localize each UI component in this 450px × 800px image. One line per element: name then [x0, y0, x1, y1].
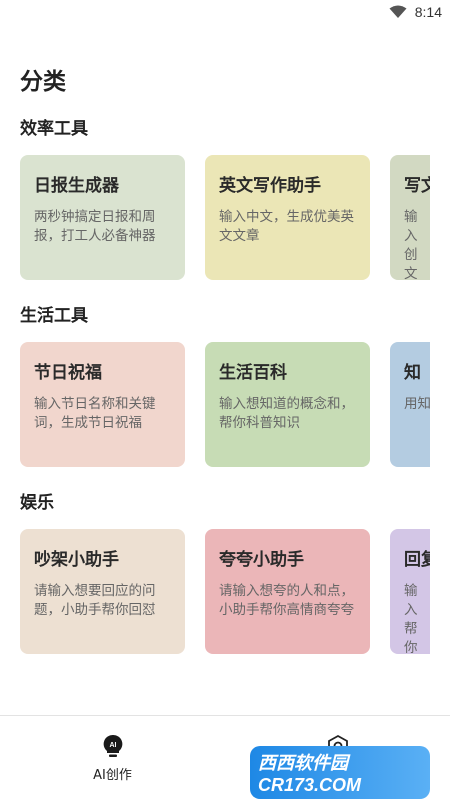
- card-title: 生活百科: [219, 363, 287, 383]
- card-title: 日报生成器: [34, 176, 119, 196]
- svg-text:AI: AI: [109, 742, 116, 749]
- status-right: 8:14: [389, 4, 442, 20]
- tool-card[interactable]: 夸夸小助手 请输入想夸的人和点，小助手帮你高情商夸夸: [205, 529, 370, 654]
- section-title-entertainment: 娱乐: [20, 493, 54, 513]
- watermark-text: 西西软件园 CR173.COM: [250, 745, 430, 799]
- card-desc: 用知: [404, 396, 430, 412]
- card-title: 英文写作助手: [219, 176, 321, 196]
- card-row-efficiency[interactable]: 日报生成器 两秒钟搞定日报和周报，打工人必备神器 英文写作助手 输入中文，生成优…: [0, 155, 430, 285]
- card-desc: 输入创文: [404, 209, 418, 280]
- tool-card[interactable]: 吵架小助手 请输入想要回应的问题，小助手帮你回怼: [20, 529, 185, 654]
- card-desc: 输入节日名称和关键词，生成节日祝福: [34, 396, 156, 431]
- card-desc: 两秒钟搞定日报和周报，打工人必备神器: [34, 209, 156, 244]
- card-row-entertainment[interactable]: 吵架小助手 请输入想要回应的问题，小助手帮你回怼 夸夸小助手 请输入想夸的人和点…: [0, 529, 430, 659]
- nav-item-ai-create[interactable]: AI AI创作: [0, 716, 225, 800]
- status-time: 8:14: [414, 4, 442, 20]
- watermark-logo: 西西软件园 CR173.COM: [250, 745, 430, 799]
- nav-label-ai-create: AI创作: [93, 768, 132, 783]
- card-title: 知: [404, 363, 421, 383]
- card-title: 夸夸小助手: [219, 550, 304, 570]
- tool-card[interactable]: 节日祝福 输入节日名称和关键词，生成节日祝福: [20, 342, 185, 467]
- tool-card[interactable]: 写文 输入创文: [390, 155, 430, 280]
- card-desc: 输入中文，生成优美英文文章: [219, 209, 354, 244]
- status-bar: 8:14: [0, 0, 450, 26]
- card-title: 写文: [404, 176, 430, 196]
- card-title: 回复: [404, 550, 430, 570]
- tool-card[interactable]: 生活百科 输入想知道的概念和，帮你科普知识: [205, 342, 370, 467]
- card-desc: 请输入想要回应的问题，小助手帮你回怼: [34, 583, 156, 618]
- card-desc: 输入帮你本: [404, 583, 418, 654]
- wifi-icon: [389, 5, 407, 18]
- section-title-efficiency: 效率工具: [20, 119, 88, 139]
- tool-card[interactable]: 回复 输入帮你本: [390, 529, 430, 654]
- card-title: 吵架小助手: [34, 550, 119, 570]
- page-title: 分类: [20, 69, 66, 95]
- card-desc: 输入想知道的概念和，帮你科普知识: [219, 396, 354, 431]
- tool-card[interactable]: 知 用知: [390, 342, 430, 467]
- tool-card[interactable]: 英文写作助手 输入中文，生成优美英文文章: [205, 155, 370, 280]
- section-title-life: 生活工具: [20, 306, 88, 326]
- card-row-life[interactable]: 节日祝福 输入节日名称和关键词，生成节日祝福 生活百科 输入想知道的概念和，帮你…: [0, 342, 430, 472]
- tool-card[interactable]: 日报生成器 两秒钟搞定日报和周报，打工人必备神器: [20, 155, 185, 280]
- card-desc: 请输入想夸的人和点，小助手帮你高情商夸夸: [219, 583, 354, 618]
- card-title: 节日祝福: [34, 363, 102, 383]
- ai-bulb-icon: AI: [103, 734, 122, 757]
